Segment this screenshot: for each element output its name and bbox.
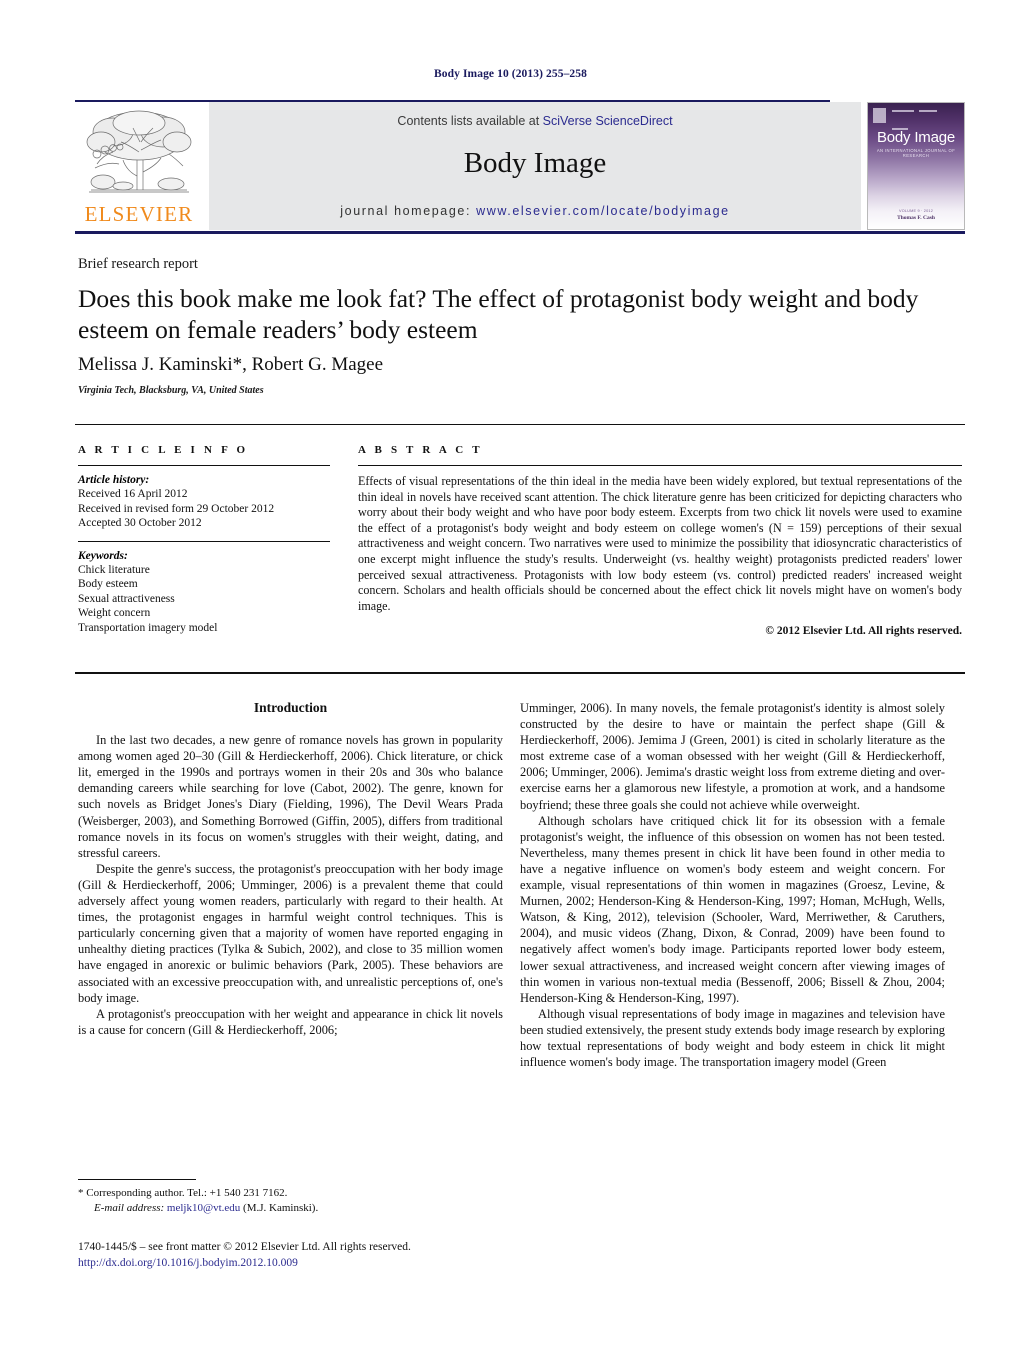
body-paragraph-r3: Although visual representations of body …: [520, 1006, 945, 1070]
cover-title: Body Image: [876, 129, 956, 146]
corresponding-author-line: * Corresponding author. Tel.: +1 540 231…: [78, 1187, 288, 1199]
elsevier-wordmark: ELSEVIER: [84, 202, 194, 226]
doi-link[interactable]: http://dx.doi.org/10.1016/j.bodyim.2012.…: [78, 1256, 578, 1272]
abstract-text: Effects of visual representations of the…: [358, 474, 962, 613]
body-column-left: Introduction In the last two decades, a …: [78, 700, 503, 1038]
paper-page: Body Image 10 (2013) 255–258 ELSEVIER Co…: [0, 0, 1021, 1351]
article-doctype: Brief research report: [78, 256, 198, 272]
cover-volume-line: VOLUME 9 · 2012: [898, 209, 934, 213]
body-paragraph-l1: In the last two decades, a new genre of …: [78, 733, 503, 860]
email-label: E-mail address:: [94, 1201, 165, 1214]
email-link[interactable]: meljk10@vt.edu: [167, 1202, 240, 1214]
article-info-rule: [78, 465, 330, 466]
footnote-rule: [78, 1179, 196, 1180]
cover-subtitle: AN INTERNATIONAL JOURNAL OF RESEARCH: [876, 148, 956, 158]
copyright-line: © 2012 Elsevier Ltd. All rights reserved…: [765, 625, 962, 638]
info-bottom-rule: [75, 672, 965, 674]
abstract-heading: A B S T R A C T: [358, 444, 483, 456]
journal-homepage-link[interactable]: www.elsevier.com/locate/bodyimage: [476, 204, 730, 218]
masthead-bottom-rule: [75, 231, 965, 234]
article-history-label: Article history:: [78, 474, 150, 486]
article-history-2: Accepted 30 October 2012: [78, 517, 202, 529]
email-suffix: (M.J. Kaminski).: [243, 1201, 319, 1214]
article-history-0: Received 16 April 2012: [78, 488, 188, 500]
keyword-3: Weight concern: [78, 607, 151, 619]
cover-editor-line: Thomas F. Cash: [897, 215, 935, 221]
contents-lists-line: Contents lists available at SciVerse Sci…: [209, 114, 861, 128]
cover-header-bars: [892, 110, 958, 130]
keywords-label: Keywords:: [78, 549, 128, 562]
sciencedirect-link[interactable]: SciVerse ScienceDirect: [543, 114, 673, 128]
running-head: Body Image 10 (2013) 255–258: [434, 68, 587, 80]
article-info-column: A R T I C L E I N F O Article history: R…: [78, 444, 330, 635]
abstract-column: A B S T R A C T Effects of visual repres…: [358, 444, 962, 637]
homepage-prefix: journal homepage:: [340, 204, 477, 218]
front-matter-line: 1740-1445/$ – see front matter © 2012 El…: [78, 1241, 411, 1253]
journal-homepage-line: journal homepage: www.elsevier.com/locat…: [209, 204, 861, 218]
body-paragraph-r2: Although scholars have critiqued chick l…: [520, 813, 945, 1005]
keyword-0: Chick literature: [78, 563, 150, 576]
body-paragraph-r1: Umminger, 2006). In many novels, the fem…: [520, 701, 945, 812]
body-column-right: Umminger, 2006). In many novels, the fem…: [520, 700, 945, 1070]
journal-title: Body Image: [463, 147, 607, 179]
body-paragraph-l3: A protagonist's preoccupation with her w…: [78, 1006, 503, 1037]
journal-masthead: ELSEVIER Contents lists available at Sci…: [75, 100, 965, 230]
keyword-1: Body esteem: [78, 578, 138, 590]
body-paragraph-l2: Despite the genre's success, the protago…: [78, 861, 503, 1005]
page-footer: 1740-1445/$ – see front matter © 2012 El…: [78, 1240, 578, 1271]
info-top-rule: [75, 424, 965, 425]
contents-prefix: Contents lists available at: [397, 114, 543, 128]
abstract-rule: [358, 465, 962, 466]
section-heading-introduction: Introduction: [253, 700, 328, 715]
email-line: E-mail address: meljk10@vt.edu (M.J. Kam…: [78, 1201, 508, 1216]
author-list: Melissa J. Kaminski*, Robert G. Magee: [78, 354, 384, 375]
article-info-heading: A R T I C L E I N F O: [78, 444, 249, 456]
elsevier-tree-icon: [86, 110, 192, 193]
affiliation: Virginia Tech, Blacksburg, VA, United St…: [78, 385, 264, 396]
elsevier-logo: ELSEVIER: [75, 102, 203, 230]
journal-cover-thumbnail: Body Image AN INTERNATIONAL JOURNAL OF R…: [867, 102, 965, 230]
cover-elsevier-mini-logo-icon: [873, 108, 886, 123]
corresponding-author-footnote: * Corresponding author. Tel.: +1 540 231…: [78, 1186, 508, 1215]
keywords-block: Keywords: Chick literature Body esteem S…: [78, 550, 330, 636]
keyword-2: Sexual attractiveness: [78, 592, 175, 605]
article-history-1: Received in revised form 29 October 2012: [78, 502, 275, 515]
keywords-rule: [78, 540, 330, 542]
page-title: Does this book make me look fat? The eff…: [78, 284, 919, 344]
journal-panel: Contents lists available at SciVerse Sci…: [209, 102, 861, 230]
keyword-4: Transportation imagery model: [78, 621, 218, 634]
